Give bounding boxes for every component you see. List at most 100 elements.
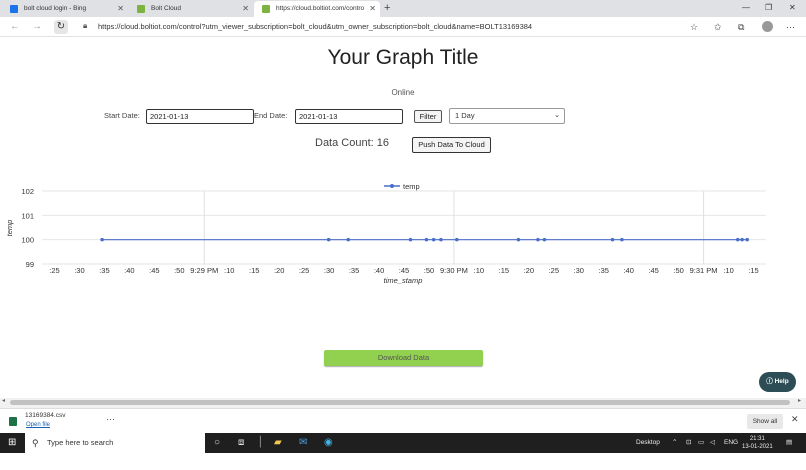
scroll-left-icon[interactable]: ◂	[2, 397, 5, 404]
profile-avatar[interactable]	[762, 21, 773, 32]
push-data-button[interactable]: Push Data To Cloud	[412, 137, 491, 153]
tab-control[interactable]: https://cloud.boltiot.com/contro ✕	[254, 1, 380, 17]
mail-icon[interactable]: ✉	[299, 436, 307, 450]
range-select[interactable]: 1 Day ⌄	[449, 108, 565, 124]
close-icon[interactable]: ✕	[242, 1, 249, 17]
x-tick-label: :20	[274, 266, 284, 275]
close-icon[interactable]: ✕	[369, 1, 376, 17]
bing-icon	[10, 5, 18, 13]
y-axis-ticks: 102 101 100 99	[21, 187, 34, 269]
help-button[interactable]: ⓘ Help	[759, 372, 796, 392]
download-filename[interactable]: 13169384.csv	[25, 412, 65, 419]
clock-date: 13-01-2021	[742, 444, 773, 450]
clock-time: 21:31	[749, 436, 765, 442]
csv-file-icon	[9, 417, 17, 426]
favorites-icon[interactable]: ✩	[714, 20, 722, 34]
help-icon: ⓘ	[766, 378, 773, 385]
notification-icon[interactable]: ▤	[786, 433, 792, 453]
more-options-icon[interactable]: ⋯	[106, 414, 115, 425]
data-point	[735, 237, 740, 242]
page-title: Your Graph Title	[327, 46, 479, 69]
y-axis-label: temp	[5, 220, 14, 237]
url-input[interactable]: https://cloud.boltiot.com/control?utm_vi…	[98, 21, 532, 33]
favorite-star-icon[interactable]: ☆	[690, 20, 698, 34]
help-label: Help	[774, 378, 789, 385]
taskbar-search-placeholder: Type here to search	[47, 438, 114, 447]
x-tick-label: :50	[174, 266, 184, 275]
address-bar-row: ← → ↻ 🔒︎ https://cloud.boltiot.com/contr…	[0, 17, 806, 37]
close-download-bar-icon[interactable]: ✕	[791, 414, 799, 425]
chevron-up-icon[interactable]: ⌃	[672, 433, 677, 453]
data-point	[439, 237, 443, 242]
x-tick-label: :35	[349, 266, 359, 275]
maximize-icon[interactable]: ❐	[765, 0, 772, 16]
x-tick-label: :25	[549, 266, 559, 275]
chart-grid	[42, 190, 766, 265]
menu-icon[interactable]: ⋯	[786, 20, 795, 34]
new-tab-button[interactable]: +	[384, 1, 390, 15]
x-axis-label: time_stamp	[384, 276, 423, 285]
open-file-link[interactable]: Open file	[26, 422, 50, 428]
x-tick-label: :40	[124, 266, 134, 275]
y-tick-label: 101	[21, 211, 34, 220]
tab-bing[interactable]: bolt cloud login - Bing ✕	[2, 1, 128, 17]
x-tick-label: :45	[399, 266, 409, 275]
data-count: Data Count: 16	[315, 137, 389, 149]
data-point	[326, 237, 331, 242]
divider-icon: ▏	[260, 437, 268, 448]
cortana-icon[interactable]: ○	[214, 436, 220, 450]
language-indicator[interactable]: ENG	[724, 433, 738, 453]
bolt-icon	[137, 5, 145, 13]
x-tick-label: :15	[499, 266, 509, 275]
close-icon[interactable]: ✕	[117, 1, 124, 17]
end-date-input[interactable]: 2021-01-13	[295, 109, 403, 124]
scroll-right-icon[interactable]: ▸	[798, 397, 801, 404]
x-tick-label: :40	[623, 266, 633, 275]
x-tick-label: :30	[324, 266, 334, 275]
data-point	[408, 237, 413, 242]
chevron-down-icon: ⌄	[554, 112, 560, 119]
x-tick-label: :25	[49, 266, 59, 275]
x-tick-label: :35	[99, 266, 109, 275]
legend[interactable]: temp	[384, 182, 420, 191]
back-icon[interactable]: ←	[8, 20, 22, 34]
data-point	[424, 237, 429, 242]
desktop-toolbar[interactable]: Desktop	[636, 433, 660, 453]
window-close-icon[interactable]: ✕	[789, 0, 796, 16]
horizontal-scrollbar[interactable]: ◂ ▸	[0, 398, 806, 408]
data-point	[346, 237, 351, 242]
filter-button[interactable]: Filter	[414, 110, 442, 123]
x-tick-label: :10	[723, 266, 733, 275]
x-tick-label: :50	[424, 266, 434, 275]
windows-start-icon[interactable]: ⊞	[8, 436, 16, 450]
legend-marker	[390, 184, 394, 188]
reload-icon[interactable]: ↻	[54, 20, 68, 34]
tab-bolt-cloud[interactable]: Bolt Cloud ✕	[129, 1, 253, 17]
y-tick-label: 100	[21, 236, 34, 245]
battery-icon[interactable]: ▭	[698, 433, 704, 453]
minimize-icon[interactable]: —	[742, 0, 750, 16]
x-axis-ticks: :25:30:35:40:45:50 9:29 PM:10:15:20:25:30…	[49, 266, 758, 275]
bolt-icon	[262, 5, 270, 13]
x-tick-label: :15	[249, 266, 259, 275]
volume-icon[interactable]: ◁	[710, 433, 715, 453]
legend-label: temp	[403, 182, 420, 191]
file-explorer-icon[interactable]: ▰	[274, 436, 282, 450]
range-select-value: 1 Day	[455, 111, 475, 120]
task-view-icon[interactable]: ⧈	[238, 436, 244, 450]
show-all-button[interactable]: Show all	[747, 414, 783, 429]
network-icon[interactable]: ⊡	[686, 433, 691, 453]
start-date-input[interactable]: 2021-01-13	[146, 109, 254, 124]
collections-icon[interactable]: ⧉	[738, 20, 744, 34]
clock[interactable]: 21:31 13-01-2021	[742, 435, 773, 451]
data-point	[610, 237, 615, 242]
scrollbar-thumb[interactable]	[10, 400, 790, 405]
x-tick-label: :20	[524, 266, 534, 275]
download-data-button[interactable]: Download Data	[324, 350, 483, 366]
forward-icon[interactable]: →	[30, 20, 44, 34]
data-point	[516, 237, 521, 242]
x-tick-label: :50	[673, 266, 683, 275]
taskbar-search[interactable]: ⚲ Type here to search	[25, 433, 205, 453]
tab-title: bolt cloud login - Bing	[24, 5, 87, 12]
edge-icon[interactable]: ◉	[324, 436, 333, 450]
